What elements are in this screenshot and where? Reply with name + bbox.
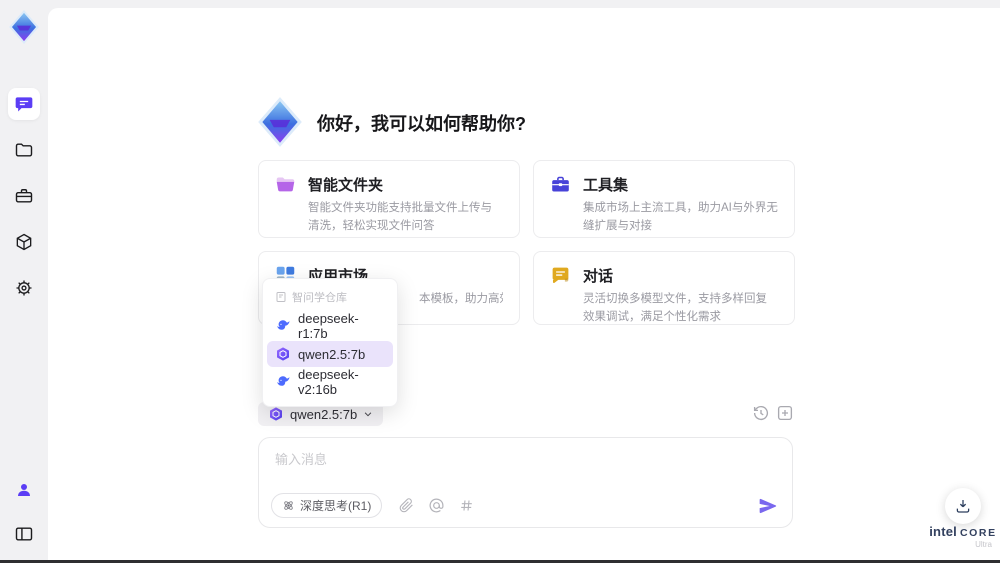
- card-title: 工具集: [583, 177, 629, 194]
- model-option-label: deepseek-v2:16b: [298, 367, 359, 397]
- card-title: 智能文件夹: [308, 177, 384, 194]
- model-option-label: qwen2.5:7b: [298, 346, 366, 362]
- card-title: 对话: [583, 268, 614, 285]
- sidebar-item-collapse[interactable]: [8, 518, 40, 550]
- greeting-logo: [258, 97, 302, 147]
- smart-folder-icon: [276, 177, 295, 192]
- sidebar-item-apps[interactable]: [8, 226, 40, 258]
- atom-icon: [284, 501, 293, 510]
- download-icon: [956, 500, 970, 513]
- message-input-placeholder: 输入消息: [275, 452, 328, 467]
- sidebar-item-folders[interactable]: [8, 134, 40, 166]
- qwen-icon: [270, 407, 282, 421]
- panel-toggle-icon: [15, 527, 33, 541]
- model-option-deepseek-v2[interactable]: deepseek-v2:16b: [267, 367, 393, 397]
- deepseek-icon: [277, 320, 290, 330]
- hash-icon[interactable]: [458, 497, 475, 514]
- deepseek-icon: [277, 376, 290, 386]
- core-wordmark: core: [959, 527, 997, 539]
- card-smart-folder[interactable]: 智能文件夹 智能文件夹功能支持批量文件上传与清洗，轻松实现文件问答: [258, 160, 520, 238]
- qwen-icon: [277, 347, 289, 361]
- send-icon[interactable]: [758, 496, 778, 516]
- app-logo: [9, 10, 39, 44]
- gear-icon: [16, 280, 32, 296]
- model-selector-value: qwen2.5:7b: [290, 406, 358, 422]
- model-dropdown-header: 智问学仓库: [263, 286, 397, 311]
- sidebar-item-settings[interactable]: [8, 272, 40, 304]
- sidebar-item-tools[interactable]: [8, 180, 40, 212]
- sidebar: [0, 0, 48, 560]
- toolset-icon: [552, 176, 569, 192]
- card-description: 集成市场上主流工具，助力AI与外界无缝扩展与对接: [583, 202, 778, 232]
- card-dialog[interactable]: 对话 灵活切换多模型文件，支持多样回复效果调试，满足个性化需求: [533, 251, 795, 325]
- card-description: 智能文件夹功能支持批量文件上传与清洗，轻松实现文件问答: [308, 202, 492, 232]
- mention-icon[interactable]: [428, 497, 445, 514]
- chat-icon: [15, 97, 33, 112]
- repository-icon: [276, 292, 286, 302]
- sidebar-item-chat[interactable]: [8, 88, 40, 120]
- paperclip-icon[interactable]: [398, 497, 415, 514]
- deep-think-toggle[interactable]: 深度思考(R1): [271, 493, 383, 518]
- message-input[interactable]: 输入消息 深度思考(R1): [258, 437, 793, 528]
- intel-core-badge: intel core Ultra: [928, 524, 998, 549]
- download-button[interactable]: [945, 488, 981, 524]
- intel-wordmark: intel: [929, 524, 957, 539]
- ultra-wordmark: Ultra: [975, 540, 992, 549]
- model-dropdown-header-label: 智问学仓库: [292, 292, 347, 304]
- dialog-icon: [552, 267, 569, 284]
- new-chat-icon[interactable]: [776, 404, 794, 422]
- model-option-deepseek-r1[interactable]: deepseek-r1:7b: [267, 311, 393, 341]
- model-option-label: deepseek-r1:7b: [298, 311, 359, 341]
- folder-icon: [15, 143, 33, 157]
- card-toolset[interactable]: 工具集 集成市场上主流工具，助力AI与外界无缝扩展与对接: [533, 160, 795, 238]
- sidebar-item-account[interactable]: [8, 474, 40, 506]
- user-icon: [18, 484, 30, 496]
- cube-icon: [16, 233, 32, 251]
- chevron-down-icon: [364, 412, 372, 417]
- model-option-qwen[interactable]: qwen2.5:7b: [267, 341, 393, 367]
- greeting-text: 你好，我可以如何帮助你?: [317, 114, 526, 134]
- model-dropdown: 智问学仓库 deepseek-r1:7b qwen2.5:7b deepseek…: [262, 278, 398, 407]
- deep-think-label: 深度思考(R1): [300, 499, 372, 513]
- toolbox-icon: [15, 189, 33, 203]
- card-description: 灵活切换多模型文件，支持多样回复效果调试，满足个性化需求: [583, 293, 767, 323]
- card-description: 本模板，助力高效生成多: [419, 293, 503, 305]
- history-icon[interactable]: [752, 404, 770, 422]
